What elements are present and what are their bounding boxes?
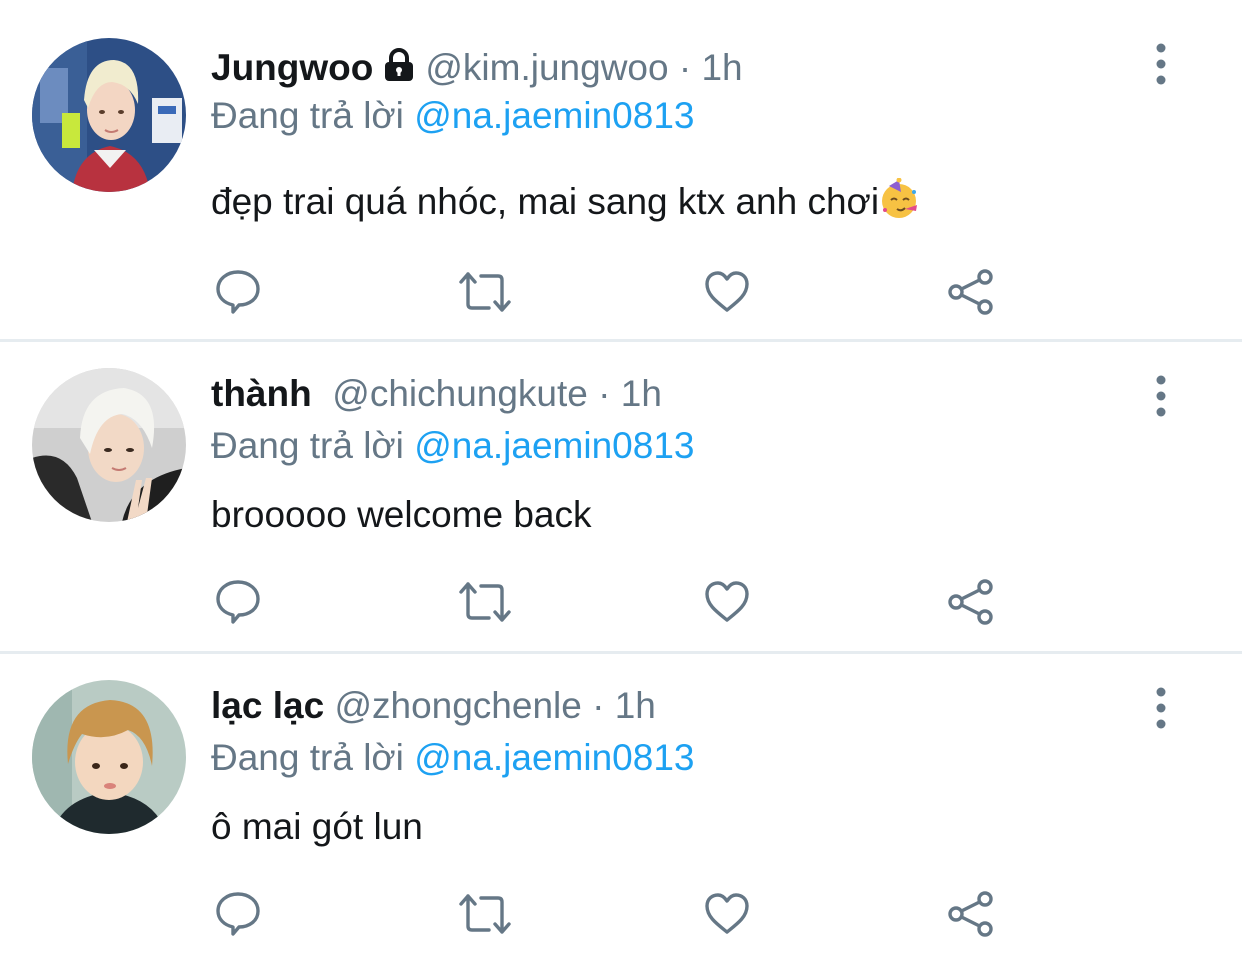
tweet-actions [0,268,1242,316]
tweet-actions [0,578,1242,626]
handle[interactable]: @chichungkute [332,373,588,414]
retweet-icon[interactable] [457,268,511,316]
separator-dot: · [592,685,605,726]
like-icon[interactable] [703,578,751,626]
reply-prefix: Đang trả lời [211,737,415,778]
reply-context: Đang trả lời @na.jaemin0813 [211,94,695,138]
reply-icon[interactable] [214,890,262,938]
tweet-header: thành @chichungkute · 1h [211,372,662,416]
tweet-header: Jungwoo @kim.jungwoo · 1h [211,46,743,92]
share-icon[interactable] [947,268,995,316]
reply-mention-link[interactable]: @na.jaemin0813 [414,95,694,136]
display-name[interactable]: thành [211,373,312,414]
more-options-icon[interactable] [1148,374,1174,418]
avatar[interactable] [32,680,186,834]
separator-dot: · [598,373,611,414]
display-name[interactable]: lạc lạc [211,685,324,726]
tweet-text-content: ô mai gót lun [211,806,423,847]
reply-mention-link[interactable]: @na.jaemin0813 [414,737,694,778]
share-icon[interactable] [947,890,995,938]
display-name[interactable]: Jungwoo [211,47,373,88]
reply-prefix: Đang trả lời [211,425,415,466]
more-options-icon[interactable] [1148,686,1174,730]
retweet-icon[interactable] [457,890,511,938]
tweet[interactable]: thành @chichungkute · 1h Đang trả lời @n… [0,342,1242,652]
tweet-text-content: đẹp trai quá nhóc, mai sang ktx anh chơi [211,181,880,222]
timestamp[interactable]: 1h [621,373,662,414]
tweet-text: brooooo welcome back [211,493,592,537]
more-options-icon[interactable] [1148,42,1174,86]
reply-prefix: Đang trả lời [211,95,415,136]
timestamp[interactable]: 1h [615,685,656,726]
tweet-text: đẹp trai quá nhóc, mai sang ktx anh chơi [211,177,921,230]
reply-icon[interactable] [214,268,262,316]
tweet[interactable]: Jungwoo @kim.jungwoo · 1h Đang trả lời @n… [0,0,1242,340]
tweet-text: ô mai gót lun [211,805,423,849]
lock-icon [383,48,415,92]
like-icon[interactable] [703,890,751,938]
reply-context: Đang trả lời @na.jaemin0813 [211,424,695,468]
avatar[interactable] [32,368,186,522]
tweet-actions [0,890,1242,938]
separator-dot: · [678,47,692,88]
reply-icon[interactable] [214,578,262,626]
tweet[interactable]: lạc lạc @zhongchenle · 1h Đang trả lời @… [0,654,1242,963]
avatar[interactable] [32,38,186,192]
retweet-icon[interactable] [457,578,511,626]
timestamp[interactable]: 1h [701,47,742,88]
handle[interactable]: @zhongchenle [334,685,581,726]
share-icon[interactable] [947,578,995,626]
partying-face-icon [879,177,921,230]
reply-mention-link[interactable]: @na.jaemin0813 [414,425,694,466]
tweet-header: lạc lạc @zhongchenle · 1h [211,684,656,728]
like-icon[interactable] [703,268,751,316]
reply-context: Đang trả lời @na.jaemin0813 [211,736,695,780]
tweet-text-content: brooooo welcome back [211,494,592,535]
handle[interactable]: @kim.jungwoo [425,47,668,88]
